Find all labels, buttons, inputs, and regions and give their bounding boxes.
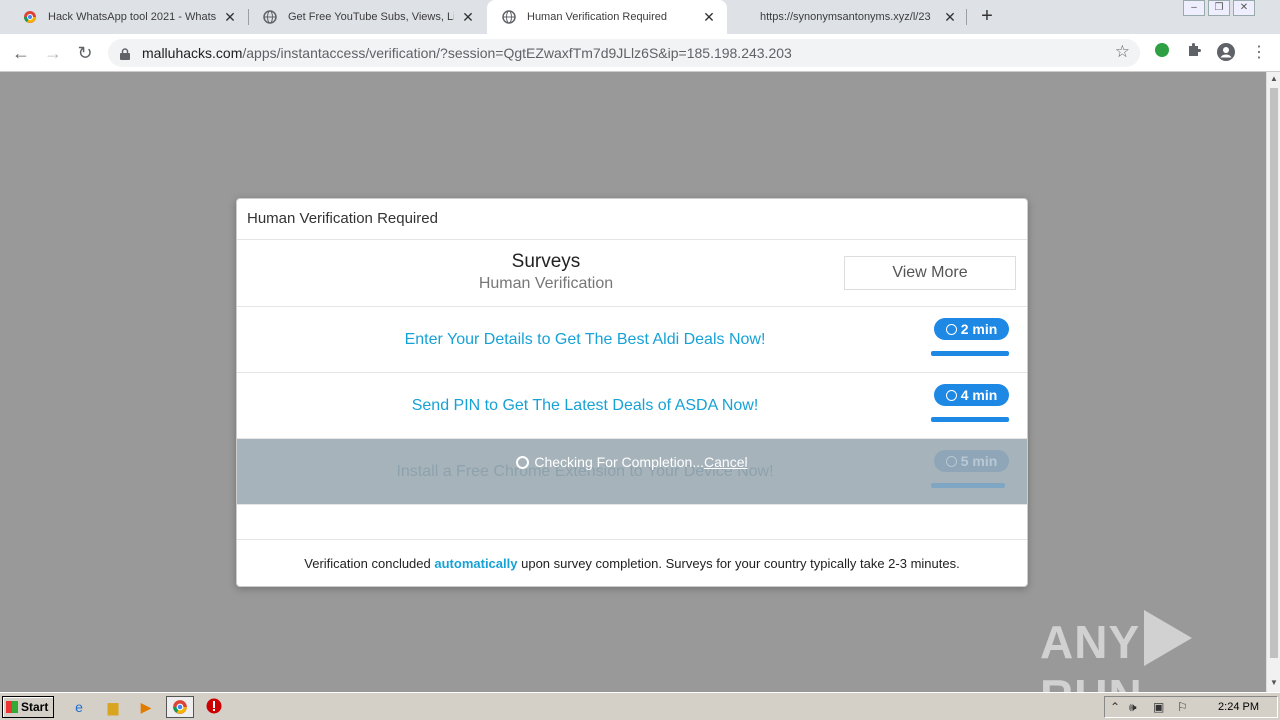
system-tray: ⌃ 🕪 ▣ ⚐ 2:24 PM	[1104, 696, 1278, 718]
clock-icon	[945, 324, 957, 335]
tab-title: https://synonymsantonyms.xyz/l/23	[760, 11, 931, 23]
progress-bar	[931, 483, 1005, 488]
clock: 2:24 PM	[1218, 701, 1259, 713]
internet-explorer-icon[interactable]: e	[70, 698, 88, 716]
modal-title: Human Verification Required	[237, 199, 1027, 240]
verification-modal: Human Verification Required Surveys Huma…	[236, 198, 1028, 587]
start-button[interactable]: Start	[2, 696, 54, 718]
windows-logo-icon	[6, 701, 18, 713]
taskbar: Start e ▆ ▶ ⌃ 🕪 ▣ ⚐ 2:24 PM	[0, 692, 1280, 720]
offer-row[interactable]: Send PIN to Get The Latest Deals of ASDA…	[237, 373, 1027, 439]
footer-highlight: automatically	[434, 556, 518, 571]
browser-toolbar: ← → ↻ malluhacks.com/apps/instantaccess/…	[0, 34, 1280, 72]
back-arrow-icon[interactable]: ←	[10, 42, 32, 64]
offer-link[interactable]: Enter Your Details to Get The Best Aldi …	[237, 331, 933, 349]
time-badge: 2 min	[934, 318, 1009, 340]
bookmark-star-icon[interactable]: ☆	[1115, 42, 1130, 62]
time-label: 2 min	[960, 321, 998, 337]
start-label: Start	[21, 700, 49, 714]
time-label: 4 min	[960, 387, 998, 403]
media-player-icon[interactable]: ▶	[137, 698, 155, 716]
address-bar[interactable]: malluhacks.com/apps/instantaccess/verifi…	[108, 39, 1140, 67]
url-host: malluhacks.com	[142, 45, 243, 61]
tab-synonyms[interactable]: https://synonymsantonyms.xyz/l/23 ✕	[728, 0, 968, 34]
checking-status: Checking For Completion...Cancel	[237, 454, 1027, 470]
progress-bar	[931, 417, 1009, 422]
tab-close-icon[interactable]: ✕	[460, 9, 476, 26]
tab-verification[interactable]: Human Verification Required ✕	[487, 0, 727, 34]
footer-text-before: Verification concluded	[304, 556, 431, 571]
cancel-link[interactable]: Cancel	[704, 454, 748, 470]
vertical-scrollbar[interactable]: ▲ ▼	[1266, 72, 1280, 692]
globe-icon	[501, 9, 517, 25]
checking-text: Checking For Completion...	[534, 454, 705, 470]
chrome-favicon-icon	[22, 9, 38, 25]
tab-title: Get Free YouTube Subs, Views, Likes	[288, 11, 454, 23]
spinner-icon	[516, 456, 530, 469]
tab-close-icon[interactable]: ✕	[701, 9, 717, 26]
tab-strip: Hack WhatsApp tool 2021 - Whatsapp ✕ Get…	[0, 0, 1280, 34]
clock-icon	[945, 390, 957, 401]
survey-subtitle: Human Verification	[478, 275, 614, 292]
url-path: /apps/instantaccess/verification/?sessio…	[242, 45, 792, 61]
play-icon	[1144, 610, 1193, 666]
stop-sign-icon[interactable]	[205, 698, 223, 716]
globe-icon	[262, 9, 278, 25]
close-window-button[interactable]: ✕	[1233, 0, 1255, 16]
minimize-button[interactable]: –	[1183, 0, 1205, 16]
flag-icon[interactable]: ⚐	[1177, 700, 1188, 714]
offer-row[interactable]: Enter Your Details to Get The Best Aldi …	[237, 307, 1027, 373]
forward-arrow-icon[interactable]: →	[42, 42, 64, 64]
modal-footer: Verification concluded automatically upo…	[237, 539, 1027, 587]
offer-row-checking: Install a Free Chrome Extension to Your …	[237, 439, 1027, 505]
survey-title: Surveys	[511, 251, 581, 272]
chrome-taskbar-icon[interactable]	[166, 696, 194, 718]
offer-link[interactable]: Send PIN to Get The Latest Deals of ASDA…	[237, 397, 933, 415]
volume-icon[interactable]: 🕪	[1129, 700, 1137, 715]
new-tab-button[interactable]: +	[976, 6, 998, 28]
tab-whatsapp[interactable]: Hack WhatsApp tool 2021 - Whatsapp ✕	[8, 0, 248, 34]
watermark-left: ANY	[1040, 616, 1141, 668]
time-badge: 4 min	[934, 384, 1009, 406]
scrollbar-thumb[interactable]	[1270, 88, 1278, 658]
survey-header: Surveys Human Verification View More	[237, 240, 1027, 307]
tab-title: Human Verification Required	[527, 11, 668, 23]
scroll-up-icon[interactable]: ▲	[1269, 74, 1279, 83]
kebab-menu-icon[interactable]: ⋮	[1248, 42, 1270, 64]
network-icon[interactable]: ▣	[1153, 700, 1164, 714]
tab-title: Hack WhatsApp tool 2021 - Whatsapp	[48, 11, 216, 23]
tab-close-icon[interactable]: ✕	[222, 9, 238, 26]
restore-button[interactable]: ❐	[1208, 0, 1230, 16]
profile-avatar-icon[interactable]	[1215, 42, 1237, 64]
lock-icon	[120, 47, 130, 60]
extension-green-icon[interactable]	[1151, 42, 1173, 64]
window-controls: – ❐ ✕	[1180, 0, 1255, 18]
puzzle-extensions-icon[interactable]	[1183, 42, 1205, 64]
progress-bar	[931, 351, 1009, 356]
tab-separator	[966, 9, 967, 25]
tab-close-icon[interactable]: ✕	[942, 9, 958, 26]
folder-icon[interactable]: ▆	[104, 698, 122, 716]
url-text: malluhacks.com/apps/instantaccess/verifi…	[142, 45, 792, 61]
view-more-button[interactable]: View More	[844, 256, 1016, 290]
tray-up-arrow-icon[interactable]: ⌃	[1110, 700, 1120, 714]
tab-youtube[interactable]: Get Free YouTube Subs, Views, Likes ✕	[248, 0, 486, 34]
reload-icon[interactable]: ↻	[74, 42, 96, 64]
footer-text-after: upon survey completion. Surveys for your…	[521, 556, 960, 571]
